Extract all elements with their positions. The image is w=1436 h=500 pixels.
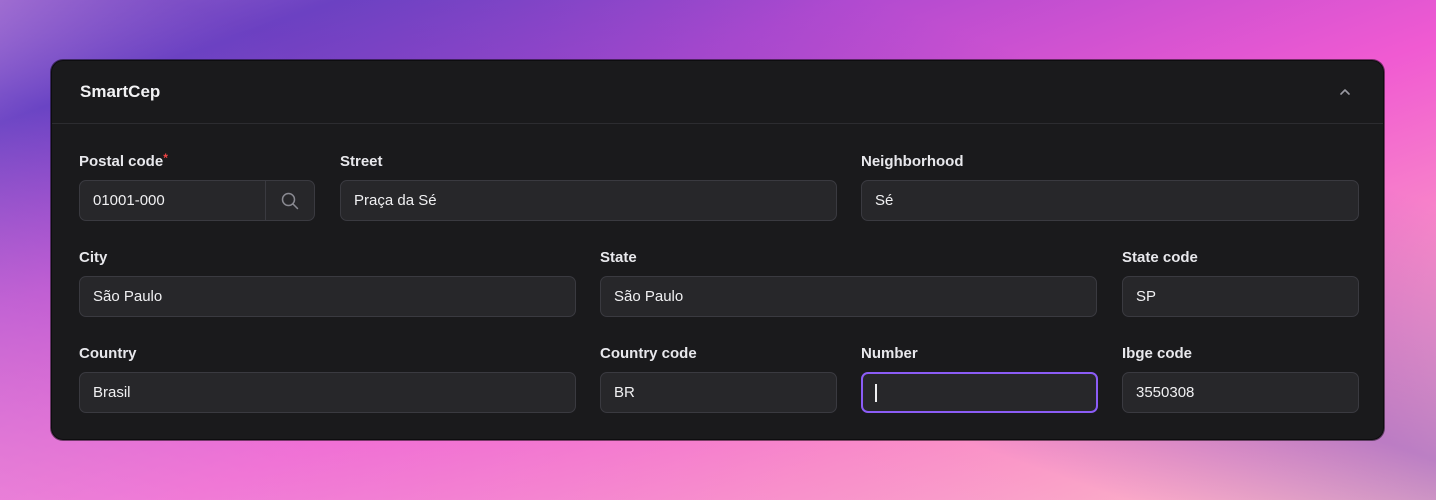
city-input[interactable] (79, 276, 576, 317)
city-label: City (79, 249, 108, 266)
collapse-button[interactable] (1335, 82, 1355, 102)
state-field: State (600, 248, 1097, 317)
country-code-input[interactable] (600, 372, 837, 413)
postal-code-input[interactable] (80, 181, 265, 220)
street-input[interactable] (340, 180, 837, 221)
neighborhood-label: Neighborhood (861, 153, 964, 170)
state-code-input[interactable] (1122, 276, 1359, 317)
country-input[interactable] (79, 372, 576, 413)
text-cursor (875, 384, 877, 402)
country-label: Country (79, 345, 137, 362)
state-code-field: State code (1122, 248, 1359, 317)
smartcep-panel: SmartCep Postal code* Street Neighborhoo… (51, 60, 1384, 440)
city-field: City (79, 248, 576, 317)
state-code-label: State code (1122, 249, 1198, 266)
search-icon (281, 192, 299, 209)
state-input[interactable] (600, 276, 1097, 317)
country-code-label: Country code (600, 345, 697, 362)
ibge-code-field: Ibge code (1122, 344, 1359, 413)
number-input[interactable] (861, 372, 1098, 413)
panel-title: SmartCep (80, 82, 161, 101)
postal-code-label: Postal code* (79, 151, 168, 170)
panel-header[interactable]: SmartCep (52, 61, 1383, 124)
number-label: Number (861, 345, 918, 362)
postal-code-input-group (79, 180, 315, 221)
required-indicator: * (163, 151, 168, 165)
postal-code-field: Postal code* (79, 151, 315, 221)
country-field: Country (79, 344, 576, 413)
number-field: Number (861, 344, 1098, 413)
country-code-field: Country code (600, 344, 837, 413)
postal-search-button[interactable] (265, 181, 314, 220)
ibge-code-input[interactable] (1122, 372, 1359, 413)
chevron-up-icon (1340, 89, 1350, 95)
neighborhood-input[interactable] (861, 180, 1359, 221)
street-label: Street (340, 153, 383, 170)
state-label: State (600, 249, 637, 266)
street-field: Street (340, 152, 837, 221)
neighborhood-field: Neighborhood (861, 152, 1359, 221)
ibge-code-label: Ibge code (1122, 345, 1193, 362)
